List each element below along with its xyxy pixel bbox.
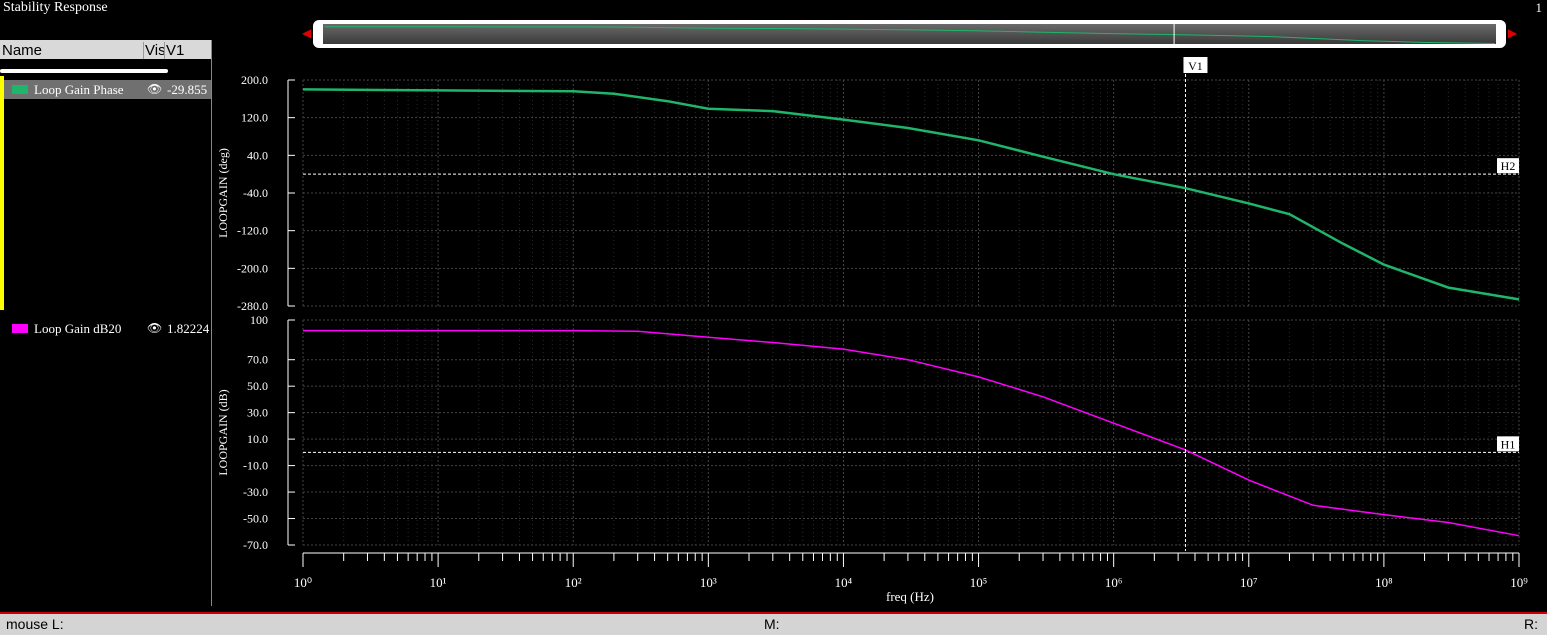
h-marker-label: H2 <box>1501 159 1516 173</box>
y-tick-label: -200.0 <box>237 261 268 275</box>
h-marker-label: H1 <box>1501 437 1516 451</box>
x-tick-label: 10⁶ <box>1105 575 1123 590</box>
x-tick-label: 10⁸ <box>1375 575 1393 590</box>
y-tick-label: -120.0 <box>237 224 268 238</box>
y-tick-label: 70.0 <box>247 353 268 367</box>
y-tick-label: -280.0 <box>237 299 268 313</box>
y-tick-label: 50.0 <box>247 379 268 393</box>
x-tick-label: 10³ <box>700 575 717 590</box>
series-line-db <box>303 329 1520 537</box>
x-tick-label: 10¹ <box>430 575 447 590</box>
x-tick-label: 10⁰ <box>294 575 312 590</box>
x-axis-label: freq (Hz) <box>886 589 934 604</box>
status-bar: mouse L: M: R: <box>0 612 1547 635</box>
y-tick-label: 200.0 <box>241 73 268 87</box>
status-mouse-right: R: <box>1524 616 1538 632</box>
y-tick-label: 40.0 <box>247 148 268 162</box>
y-tick-label: -10.0 <box>243 459 268 473</box>
y-tick-label: 30.0 <box>247 406 268 420</box>
y-tick-label: -40.0 <box>243 186 268 200</box>
bode-plot[interactable]: 200.0 120.0 40.0 -40.0 -120.0 -200.0 -280.0 LOO… <box>0 0 1547 612</box>
x-tick-label: 10⁴ <box>835 575 853 590</box>
y-tick-label: 100 <box>250 313 268 327</box>
status-mouse-left: mouse L: <box>6 616 64 632</box>
y-tick-label: -70.0 <box>243 538 268 552</box>
x-tick-label: 10⁹ <box>1510 575 1528 590</box>
y-tick-label: 120.0 <box>241 111 268 125</box>
x-tick-label: 10⁷ <box>1240 575 1258 590</box>
y-tick-label: -50.0 <box>243 512 268 526</box>
scrub-preview-curve <box>325 26 1496 44</box>
y-tick-label: -30.0 <box>243 485 268 499</box>
y-axis-label: LOOPGAIN (deg) <box>216 148 230 238</box>
x-tick-label: 10² <box>565 575 582 590</box>
y-tick-label: 10.0 <box>247 432 268 446</box>
status-mouse-middle: M: <box>764 616 780 632</box>
x-tick-label: 10⁵ <box>970 575 988 590</box>
y-axis-label: LOOPGAIN (dB) <box>216 389 230 475</box>
v-marker-label: V1 <box>1188 59 1203 73</box>
